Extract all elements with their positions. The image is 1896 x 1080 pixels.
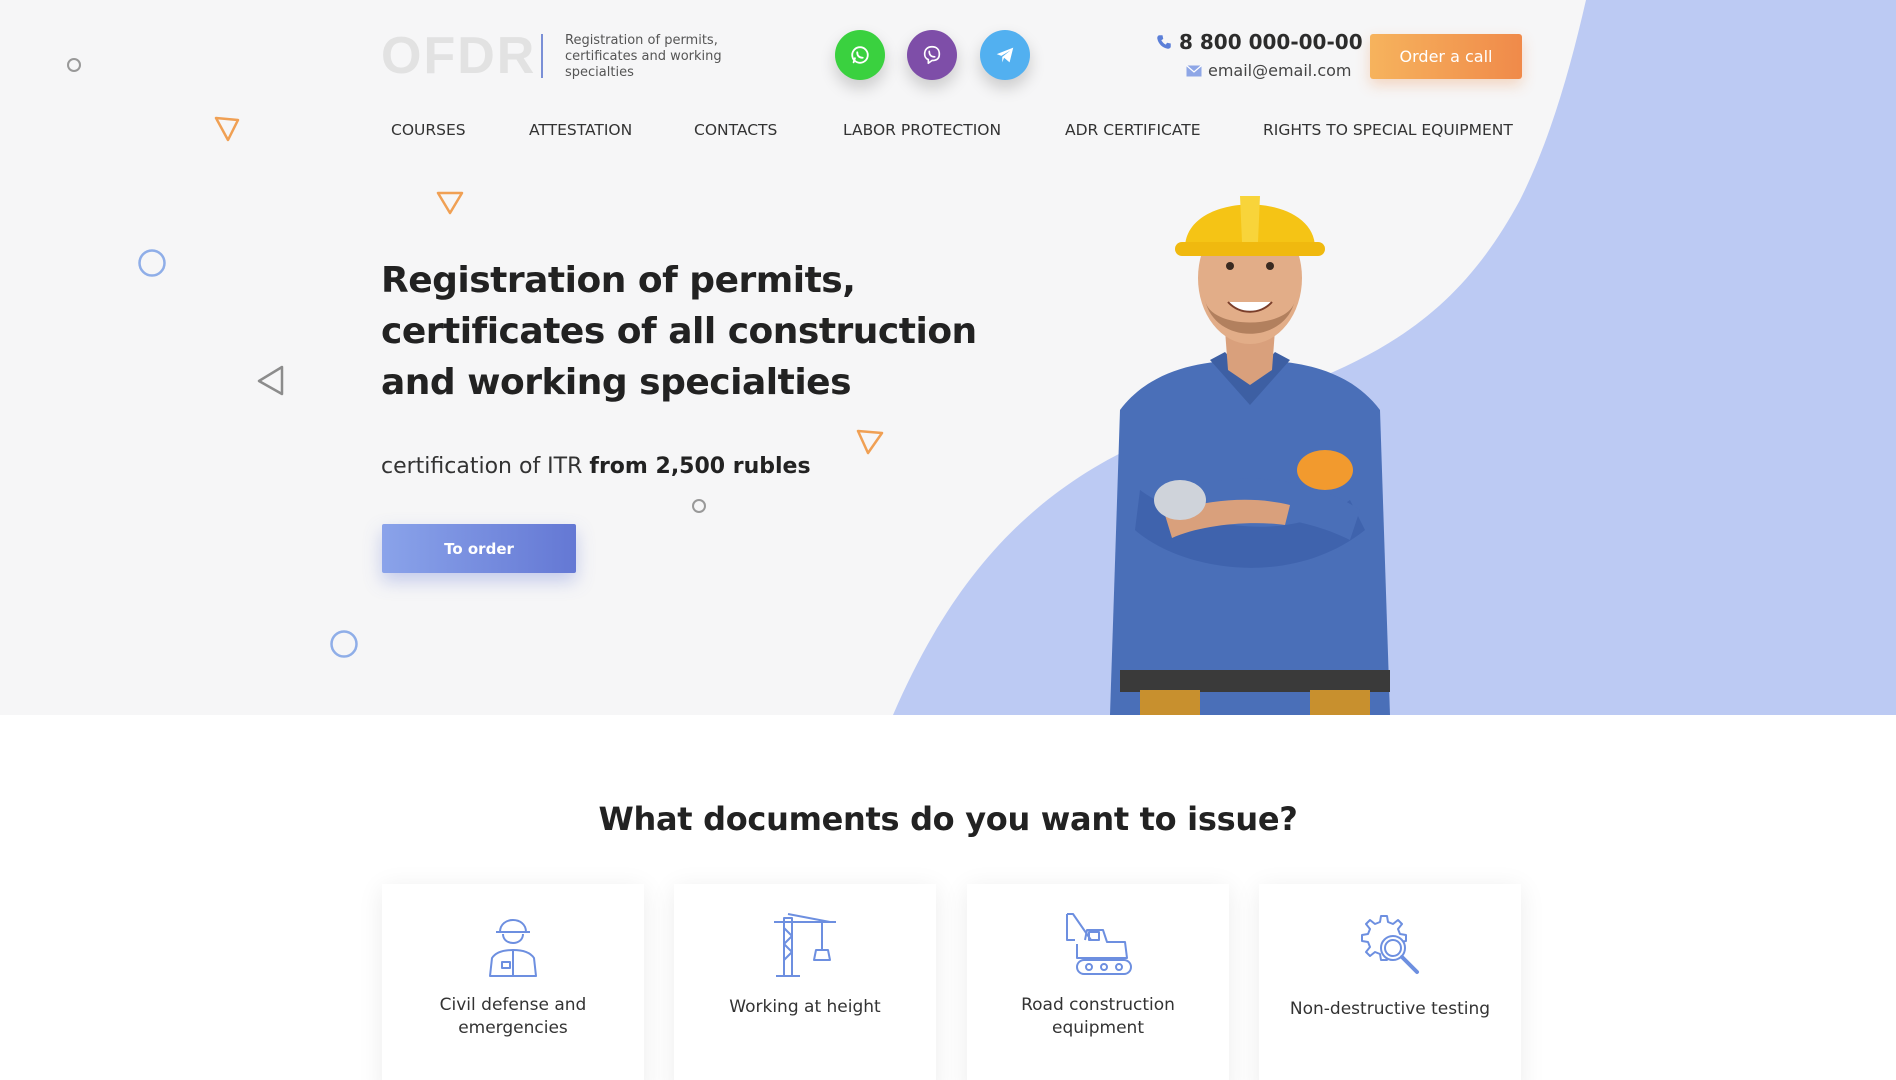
document-card-civil-defense[interactable]: Civil defense and emergencies: [382, 884, 644, 1080]
email-address: email@email.com: [1208, 61, 1352, 80]
card-label: Working at height: [729, 997, 881, 1017]
telegram-button[interactable]: [980, 30, 1030, 80]
nav-item-contacts[interactable]: CONTACTS: [694, 121, 777, 139]
viber-button[interactable]: [907, 30, 957, 80]
deco-triangle: [257, 365, 284, 396]
deco-circle: [67, 58, 81, 72]
excavator-icon: [1066, 913, 1132, 975]
deco-circle: [330, 630, 358, 658]
worker-image: [1110, 196, 1390, 715]
deco-circle: [138, 249, 166, 277]
nav-item-adr-certificate[interactable]: ADR CERTIFICATE: [1065, 121, 1201, 139]
mail-icon: [1186, 64, 1202, 76]
telegram-icon: [996, 47, 1014, 63]
document-card-non-destructive-testing[interactable]: Non-destructive testing: [1259, 884, 1521, 1080]
hero-subtitle-text: certification of ITR: [381, 454, 590, 479]
logo-divider: [541, 34, 543, 78]
nav-item-labor-protection[interactable]: LABOR PROTECTION: [843, 121, 1001, 139]
logo-tagline: Registration of permits, certificates an…: [565, 33, 722, 80]
hero-price: from 2,500 rubles: [589, 454, 811, 479]
whatsapp-button[interactable]: [835, 30, 885, 80]
to-order-button[interactable]: To order: [382, 524, 576, 573]
card-label: Civil defense and emergencies: [439, 995, 587, 1038]
card-label: Non-destructive testing: [1289, 999, 1491, 1019]
order-call-button[interactable]: Order a call: [1370, 34, 1522, 79]
hero-title: Registration of permits, certificates of…: [381, 260, 977, 403]
document-card-working-at-height[interactable]: Working at height: [674, 884, 936, 1080]
nav-item-courses[interactable]: COURSES: [391, 121, 466, 139]
crane-icon: [774, 913, 836, 977]
deco-triangle: [436, 191, 464, 215]
worker-helmet-icon: [489, 919, 537, 977]
gear-magnifier-icon: [1361, 915, 1419, 974]
phone-icon: [1157, 35, 1171, 49]
hero-subtitle: certification of ITR from 2,500 rubles: [381, 454, 811, 479]
nav-item-special-equipment[interactable]: RIGHTS TO SPECIAL EQUIPMENT: [1263, 121, 1513, 139]
document-card-road-equipment[interactable]: Road construction equipment: [967, 884, 1229, 1080]
site-logo[interactable]: OFDR: [381, 26, 536, 86]
hero-section: OFDR Registration of permits, certificat…: [0, 0, 1896, 715]
whatsapp-icon: [851, 46, 869, 64]
deco-triangle: [856, 429, 884, 455]
email-link[interactable]: email@email.com: [1186, 61, 1352, 80]
phone-number: 8 800 000-00-00: [1179, 30, 1363, 54]
main-nav: COURSES ATTESTATION CONTACTS LABOR PROTE…: [0, 121, 1896, 141]
documents-title: What documents do you want to issue?: [598, 800, 1298, 838]
card-label: Road construction equipment: [1021, 995, 1175, 1038]
nav-item-attestation[interactable]: ATTESTATION: [529, 121, 632, 139]
phone-link[interactable]: 8 800 000-00-00: [1155, 30, 1363, 54]
viber-icon: [923, 45, 941, 65]
deco-circle: [692, 499, 706, 513]
